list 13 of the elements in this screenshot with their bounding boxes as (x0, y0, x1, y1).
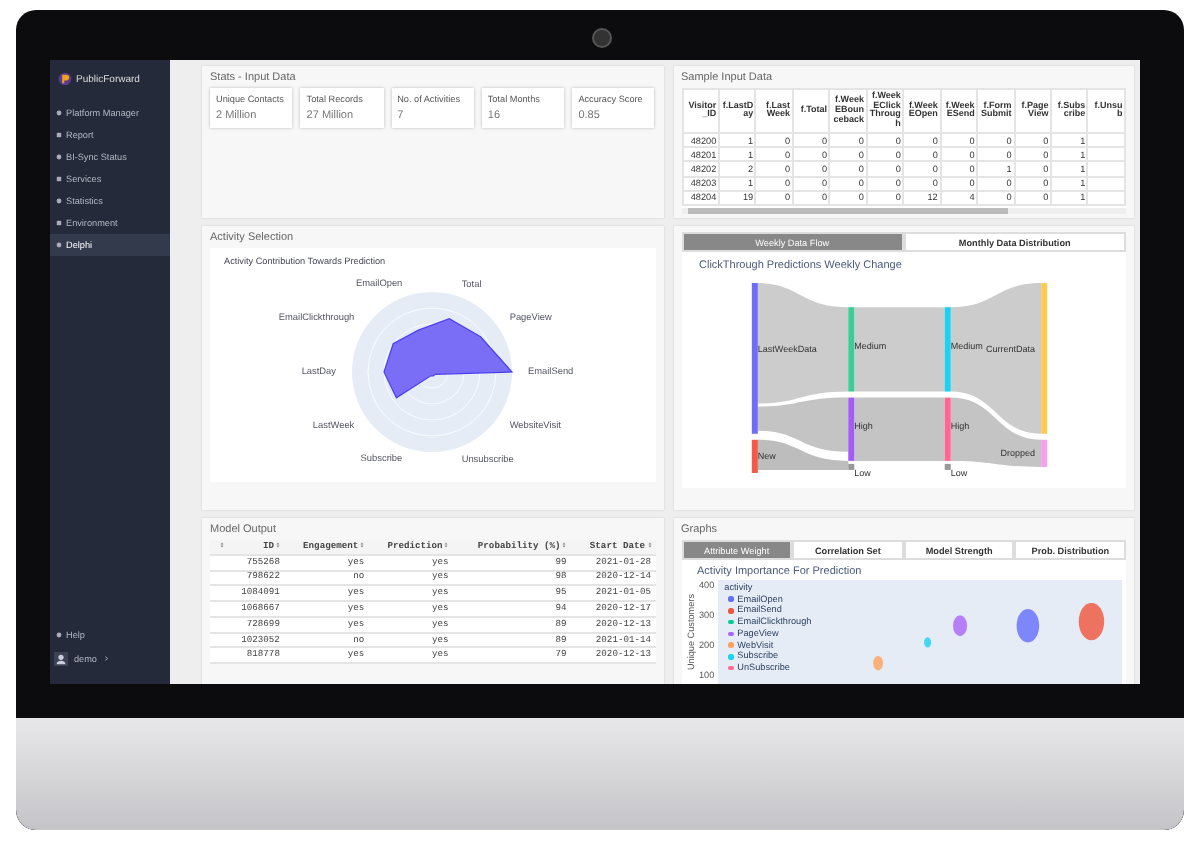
nav-icon (56, 110, 62, 116)
logo-icon (58, 72, 72, 86)
camera-icon (592, 28, 612, 48)
nav-icon (56, 154, 62, 160)
nav-icon (56, 132, 62, 138)
scrollbar[interactable] (681, 208, 1126, 215)
nav-icon (56, 242, 62, 248)
nav-icon (56, 198, 62, 204)
user-icon (54, 652, 68, 666)
nav-icon (56, 220, 62, 226)
caret-icon (103, 656, 108, 662)
nav-icon (56, 176, 62, 182)
help-icon (56, 632, 62, 638)
